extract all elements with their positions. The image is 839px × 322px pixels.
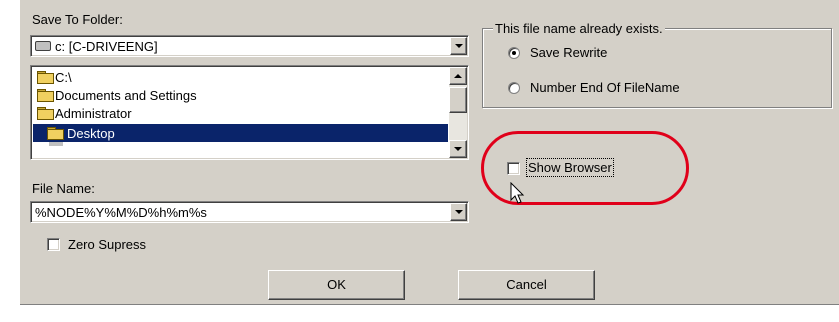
- file-exists-title: This file name already exists.: [493, 21, 665, 36]
- arrow-down-icon: [454, 147, 462, 151]
- tree-item-label: Administrator: [55, 106, 132, 121]
- file-name-combobox[interactable]: %NODE%Y%M%D%h%m%s: [30, 201, 469, 223]
- open-folder-icon: [47, 127, 64, 140]
- file-name-label: File Name:: [32, 181, 95, 196]
- tree-item-administrator[interactable]: Administrator: [35, 104, 445, 122]
- arrow-up-icon: [454, 74, 462, 78]
- save-to-folder-label: Save To Folder:: [32, 12, 123, 27]
- tree-item-partial: [33, 142, 443, 159]
- drive-value: c: [C-DRIVEENG]: [55, 39, 158, 54]
- file-exists-groupbox: [482, 28, 832, 108]
- tree-item-label: C:\: [55, 70, 72, 85]
- number-end-radio[interactable]: [508, 82, 520, 94]
- tree-item-documents-and-settings[interactable]: Documents and Settings: [35, 86, 445, 104]
- open-folder-icon: [37, 89, 54, 102]
- chevron-down-icon: [454, 210, 463, 214]
- zero-supress-label: Zero Supress: [68, 237, 147, 252]
- tree-item-label: Desktop: [67, 126, 115, 141]
- drive-dropdown-button[interactable]: [450, 37, 467, 55]
- chevron-down-icon: [454, 44, 463, 48]
- tree-item-label: Documents and Settings: [55, 88, 197, 103]
- scroll-down-button[interactable]: [449, 140, 467, 158]
- file-name-dropdown-button[interactable]: [450, 203, 467, 221]
- ok-button[interactable]: OK: [268, 270, 405, 300]
- save-rewrite-label: Save Rewrite: [530, 45, 608, 60]
- mouse-pointer-icon: [510, 182, 525, 204]
- cancel-button[interactable]: Cancel: [458, 270, 595, 300]
- save-dialog: Save To Folder: c: [C-DRIVEENG] C:\ Docu…: [20, 0, 839, 305]
- scroll-thumb[interactable]: [449, 87, 467, 113]
- folder-tree[interactable]: C:\ Documents and Settings Administrator…: [30, 65, 469, 160]
- tree-item-c[interactable]: C:\: [35, 68, 445, 86]
- number-end-label: Number End Of FileName: [530, 80, 680, 95]
- scroll-up-button[interactable]: [449, 67, 467, 85]
- open-folder-icon: [37, 107, 54, 120]
- radio-dot-icon: [512, 51, 516, 55]
- zero-supress-checkbox[interactable]: [47, 238, 60, 251]
- save-rewrite-radio[interactable]: [508, 47, 520, 59]
- drive-icon: [35, 41, 51, 51]
- drive-combobox[interactable]: c: [C-DRIVEENG]: [30, 35, 469, 57]
- file-name-value: %NODE%Y%M%D%h%m%s: [35, 205, 207, 220]
- tree-item-desktop[interactable]: Desktop: [33, 124, 448, 142]
- tree-scrollbar[interactable]: [449, 67, 467, 158]
- open-folder-icon: [37, 71, 54, 84]
